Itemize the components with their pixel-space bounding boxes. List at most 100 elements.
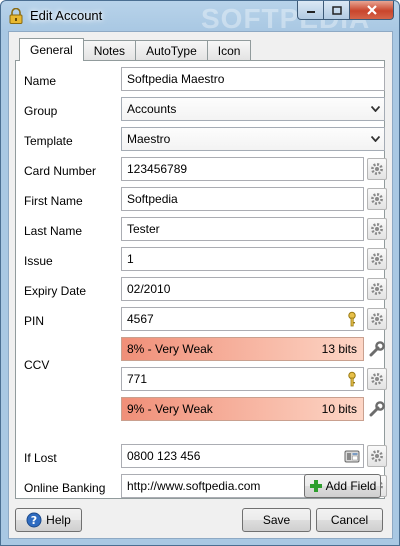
pin-field[interactable]: 4567 [121,307,364,331]
tab-icon[interactable]: Icon [206,40,252,61]
card-number-field[interactable]: 123456789 [121,157,364,181]
phone-icon[interactable] [344,448,360,464]
minimize-icon [306,11,315,13]
close-button[interactable] [350,1,394,20]
tab-notes[interactable]: Notes [82,40,137,61]
save-label: Save [262,513,291,527]
key-icon[interactable] [344,371,360,387]
ccv-field[interactable]: 771 [121,367,364,391]
gear-icon [371,163,383,175]
plus-icon [309,480,322,492]
name-label: Name [24,74,57,88]
if-lost-label: If Lost [24,451,57,465]
ccv-strength-row: 9% - Very Weak 10 bits [16,397,386,423]
ccv-value: 771 [127,372,148,386]
template-label: Template [24,134,73,148]
pin-value: 4567 [127,312,154,326]
pin-label: PIN [24,314,45,328]
wrench-icon [369,341,385,357]
ccv-strength-bits: 10 bits [321,402,357,416]
chevron-down-icon[interactable] [366,128,384,150]
issue-field[interactable]: 1 [121,247,364,271]
gear-icon [371,313,383,325]
card-number-label: Card Number [24,164,97,178]
gear-icon [371,373,383,385]
if-lost-row: If Lost 0800 123 456 [16,444,387,470]
wrench-icon [369,401,385,417]
pin-strength-text: 8% - Very Weak [127,342,213,356]
name-field[interactable]: Softpedia Maestro [121,67,385,91]
ccv-label: CCV [24,358,50,372]
general-tab-panel: Name Softpedia Maestro Group Accounts Te… [15,60,387,499]
pin-strength-row: 8% - Very Weak 13 bits [16,337,386,363]
template-select[interactable]: Maestro [121,127,385,151]
template-value: Maestro [127,132,171,146]
maximize-button[interactable] [324,1,350,20]
field-options-button[interactable] [367,188,387,210]
if-lost-field[interactable]: 0800 123 456 [121,444,364,468]
caption-buttons [297,1,394,21]
group-select[interactable]: Accounts [121,97,385,121]
pin-strength-bits: 13 bits [321,342,357,356]
group-row: Group Accounts [16,97,386,123]
svg-text:?: ? [31,514,37,527]
add-field-button[interactable]: Add Field [304,474,381,498]
add-field-label: Add Field [325,479,377,493]
group-label: Group [24,104,58,118]
ccv-strength-meter: 9% - Very Weak 10 bits [121,397,364,421]
tab-autotype[interactable]: AutoType [135,40,208,61]
first-name-label: First Name [24,194,83,208]
first-name-row: First Name Softpedia [16,187,387,213]
field-options-button[interactable] [367,158,387,180]
key-icon[interactable] [344,311,360,327]
expiry-date-label: Expiry Date [24,284,87,298]
window-title: Edit Account [30,8,103,23]
cancel-button[interactable]: Cancel [316,508,383,532]
last-name-label: Last Name [24,224,83,238]
first-name-field[interactable]: Softpedia [121,187,364,211]
field-options-button[interactable] [367,248,387,270]
field-options-button[interactable] [367,308,387,330]
pin-generator-button[interactable] [367,338,387,360]
group-value: Accounts [127,102,177,116]
if-lost-value: 0800 123 456 [127,449,201,463]
gear-icon [371,193,383,205]
ccv-strength-text: 9% - Very Weak [127,402,213,416]
pin-strength-meter: 8% - Very Weak 13 bits [121,337,364,361]
pin-row: PIN 4567 [16,307,387,333]
ccv-generator-button[interactable] [367,398,387,420]
field-options-button[interactable] [367,278,387,300]
field-options-button[interactable] [367,445,387,467]
last-name-row: Last Name Tester [16,217,387,243]
help-button[interactable]: ? Help [15,508,82,532]
last-name-field[interactable]: Tester [121,217,364,241]
help-label: Help [46,513,71,527]
expiry-date-row: Expiry Date 02/2010 [16,277,387,303]
field-options-button[interactable] [367,218,387,240]
maximize-icon [331,5,342,15]
name-row: Name Softpedia Maestro [16,67,386,93]
tab-general[interactable]: General [19,38,84,61]
template-row: Template Maestro [16,127,386,153]
help-icon: ? [26,512,42,528]
gear-icon [371,223,383,235]
minimize-button[interactable] [297,1,324,20]
chevron-down-icon[interactable] [366,98,384,120]
title-bar[interactable]: Edit Account SOFTPEDIA [1,1,399,34]
edit-account-window: Edit Account SOFTPEDIA General Notes Aut… [0,0,400,546]
lock-icon [9,8,23,24]
issue-label: Issue [24,254,53,268]
close-icon [366,5,377,15]
gear-icon [371,450,383,462]
card-number-row: Card Number 123456789 [16,157,387,183]
field-options-button[interactable] [367,368,387,390]
cancel-label: Cancel [330,513,369,527]
save-button[interactable]: Save [242,508,311,532]
gear-icon [371,253,383,265]
expiry-date-field[interactable]: 02/2010 [121,277,364,301]
issue-row: Issue 1 [16,247,387,273]
online-banking-label: Online Banking [24,481,106,495]
ccv-row: CCV 771 [16,358,387,393]
online-banking-value: http://www.softpedia.com [127,479,261,493]
dialog-client-area: General Notes AutoType Icon Name Softped… [8,31,393,539]
